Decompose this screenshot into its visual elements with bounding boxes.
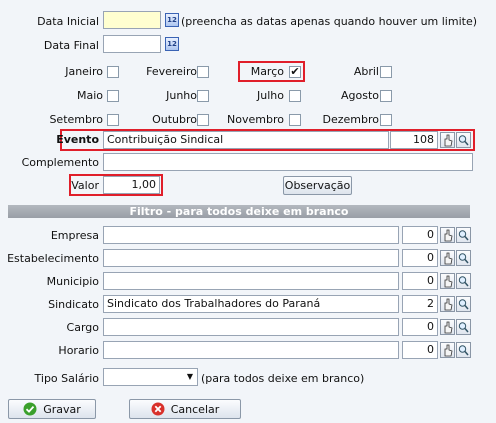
search-icon [458,322,469,333]
search-icon [458,299,469,310]
filter-search-button[interactable] [456,296,471,312]
filter-lookup-button[interactable] [440,273,455,289]
filter-input[interactable] [103,341,399,359]
valor-label: Valor [71,179,99,192]
filter-search-button[interactable] [456,227,471,243]
month-checkbox[interactable] [380,66,392,78]
filter-lookup-button[interactable] [440,250,455,266]
month-label: Dezembro [322,113,380,126]
filter-code[interactable]: 0 [402,249,438,267]
filter-input[interactable] [103,272,399,290]
cancel-button[interactable]: Cancelar [129,399,241,419]
observacao-label: Observação [284,179,351,192]
observacao-button[interactable]: Observação [283,176,352,195]
hand-pointer-icon [444,344,453,357]
filter-lookup-button[interactable] [440,296,455,312]
month-label: Agosto [340,89,379,102]
filter-input[interactable] [103,249,399,267]
month-label: Junho [166,89,197,102]
search-icon [458,230,469,241]
filter-label: Horario [58,344,99,357]
tipo-salario-hint: (para todos deixe em branco) [201,372,365,385]
filter-input[interactable]: Sindicato dos Trabalhadores do Paraná [103,295,399,313]
month-checkbox[interactable] [107,114,119,126]
valor-input[interactable]: 1,00 [103,176,160,194]
month-label: Abril [353,65,379,78]
month-label: Outubro [152,113,197,126]
month-label: Setembro [49,113,103,126]
hand-pointer-icon [444,134,453,147]
month-checkbox[interactable] [380,90,392,102]
filter-code[interactable]: 2 [402,295,438,313]
filter-input[interactable] [103,226,399,244]
filter-input[interactable] [103,318,399,336]
end-date-calendar-icon[interactable]: 12 [165,37,179,51]
end-date-input[interactable] [103,35,161,53]
filter-label: Cargo [66,321,99,334]
start-date-calendar-icon[interactable]: 12 [165,13,179,27]
chevron-down-icon: ▼ [186,372,193,381]
month-label: Julho [257,89,284,102]
save-button[interactable]: Gravar [8,399,96,419]
month-label: Fevereiro [146,65,197,78]
date-hint: (preencha as datas apenas quando houver … [181,15,478,28]
search-icon [458,345,469,356]
month-checkbox[interactable] [107,90,119,102]
complemento-label: Complemento [21,156,99,169]
month-checkbox[interactable] [107,66,119,78]
month-label: Novembro [227,113,284,126]
complemento-input[interactable] [103,153,473,171]
evento-input[interactable]: Contribuição Sindical [103,131,389,149]
filter-lookup-button[interactable] [440,227,455,243]
evento-code[interactable]: 108 [390,131,438,149]
close-icon [151,402,165,416]
start-date-label: Data Inicial [37,15,99,28]
month-checkbox[interactable] [197,114,209,126]
month-checkbox[interactable] [197,66,209,78]
tipo-salario-label: Tipo Salário [34,372,99,385]
end-date-label: Data Final [43,39,99,52]
evento-lookup-button[interactable] [440,132,455,148]
hand-pointer-icon [444,229,453,242]
filter-label: Empresa [50,229,99,242]
tipo-salario-select[interactable]: ▼ [103,368,198,386]
search-icon [458,276,469,287]
search-icon [458,253,469,264]
filter-search-button[interactable] [456,319,471,335]
cancel-label: Cancelar [170,402,220,416]
search-icon [458,135,469,146]
save-label: Gravar [43,402,81,416]
month-checkbox[interactable] [197,90,209,102]
month-label: Maio [76,89,103,102]
hand-pointer-icon [444,252,453,265]
hand-pointer-icon [444,321,453,334]
filter-code[interactable]: 0 [402,318,438,336]
evento-search-button[interactable] [456,132,471,148]
filter-lookup-button[interactable] [440,319,455,335]
month-checkbox[interactable] [289,90,301,102]
hand-pointer-icon [444,275,453,288]
filter-search-button[interactable] [456,273,471,289]
evento-label: Evento [56,133,99,146]
filter-code[interactable]: 0 [402,226,438,244]
filter-lookup-button[interactable] [440,342,455,358]
month-checkbox[interactable] [289,114,301,126]
filter-label: Municipio [46,275,99,288]
month-label: Janeiro [65,65,103,78]
filter-search-button[interactable] [456,250,471,266]
filter-section-header: Filtro - para todos deixe em branco [8,205,470,218]
checked-month-highlight [238,61,305,82]
filter-search-button[interactable] [456,342,471,358]
hand-pointer-icon [444,298,453,311]
filter-code[interactable]: 0 [402,341,438,359]
start-date-input[interactable] [103,11,161,29]
check-icon [23,402,37,416]
filter-label: Estabelecimento [7,252,99,265]
filter-label: Sindicato [48,298,99,311]
month-checkbox[interactable] [380,114,392,126]
filter-code[interactable]: 0 [402,272,438,290]
